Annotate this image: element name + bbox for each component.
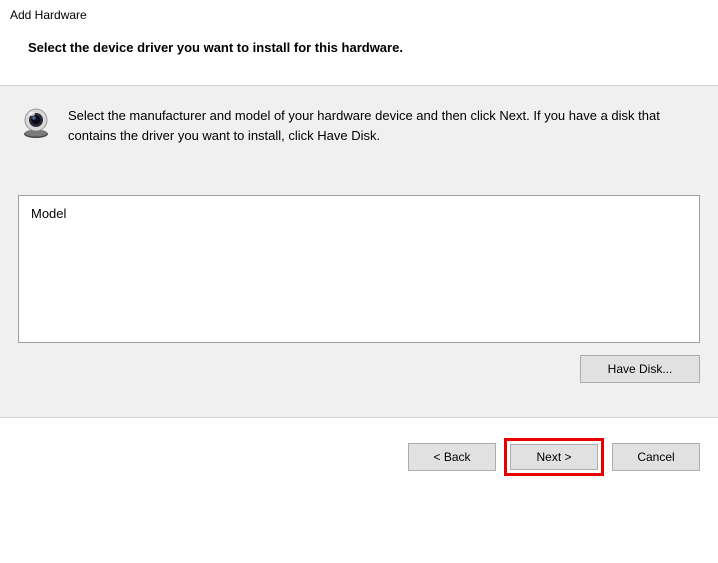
hardware-device-icon xyxy=(18,104,54,140)
header-section: Select the device driver you want to ins… xyxy=(0,26,718,85)
instruction-row: Select the manufacturer and model of you… xyxy=(18,104,700,145)
back-button[interactable]: < Back xyxy=(408,443,496,471)
have-disk-row: Have Disk... xyxy=(18,355,700,407)
cancel-button[interactable]: Cancel xyxy=(612,443,700,471)
have-disk-button[interactable]: Have Disk... xyxy=(580,355,700,383)
instruction-text: Select the manufacturer and model of you… xyxy=(68,104,700,145)
page-heading: Select the device driver you want to ins… xyxy=(28,40,690,55)
window-title: Add Hardware xyxy=(0,0,718,26)
wizard-footer: < Back Next > Cancel xyxy=(0,417,718,496)
next-button-highlight: Next > xyxy=(504,438,604,476)
next-button[interactable]: Next > xyxy=(510,444,598,470)
content-area: Select the manufacturer and model of you… xyxy=(0,85,718,417)
model-list-box[interactable]: Model xyxy=(18,195,700,343)
model-column-header: Model xyxy=(31,206,687,221)
